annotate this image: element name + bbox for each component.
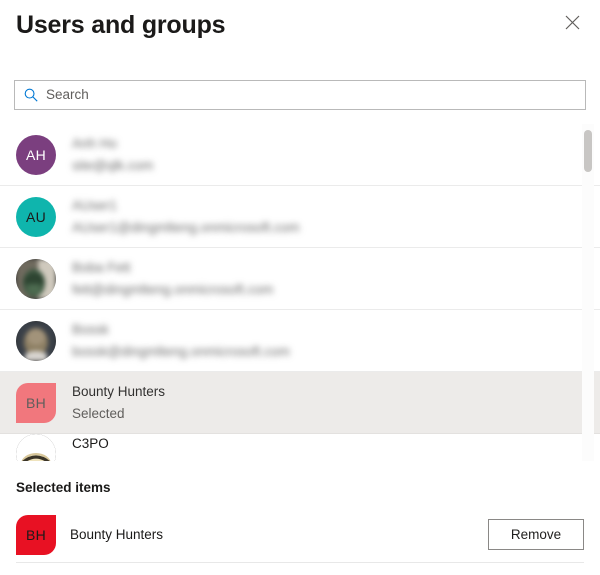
- avatar: [16, 258, 56, 299]
- remove-button[interactable]: Remove: [488, 519, 584, 550]
- list-item[interactable]: Bossk bossk@dingmlteng.onmicrosoft.com: [0, 310, 600, 372]
- list-item-text: Bossk bossk@dingmlteng.onmicrosoft.com: [72, 321, 290, 360]
- dialog-header: Users and groups: [0, 0, 600, 56]
- list-item-name: Bossk: [72, 322, 109, 337]
- list-item-name: Anh Ho: [72, 136, 118, 151]
- list-item-subtitle: Selected: [72, 406, 125, 421]
- scrollbar-thumb[interactable]: [584, 130, 592, 172]
- avatar: [16, 434, 56, 461]
- search-icon: [23, 87, 39, 103]
- list-item-text: Boba Fett fett@dingmlteng.onmicrosoft.com: [72, 259, 273, 298]
- selected-items-list: BH Bounty Hunters Remove: [16, 507, 584, 563]
- list-item-name: C3PO: [72, 436, 109, 451]
- list-item[interactable]: C3PO: [0, 434, 600, 461]
- list-item-subtitle: AUser1@dingmlteng.onmicrosoft.com: [72, 220, 300, 235]
- selected-item-name: Bounty Hunters: [70, 526, 164, 542]
- list-item-subtitle: fett@dingmlteng.onmicrosoft.com: [72, 282, 274, 297]
- list-item-name: Boba Fett: [72, 260, 131, 275]
- avatar: AH: [16, 134, 56, 175]
- list-item[interactable]: BH Bounty Hunters Selected: [0, 372, 600, 434]
- list-item-text: AUser1 AUser1@dingmlteng.onmicrosoft.com: [72, 197, 300, 236]
- list-item-text: C3PO: [72, 434, 109, 452]
- list-item-name: AUser1: [72, 198, 118, 213]
- avatar-initials: AH: [25, 146, 47, 163]
- selected-items-heading: Selected items: [16, 480, 111, 495]
- list-item[interactable]: AH Anh Ho site@qlk.com: [0, 124, 600, 186]
- search-input[interactable]: [46, 86, 577, 104]
- list-item-text: Anh Ho site@qlk.com: [72, 135, 153, 174]
- avatar: AU: [16, 196, 56, 237]
- list-item-text: Bounty Hunters Selected: [72, 383, 165, 422]
- avatar: BH: [16, 382, 56, 423]
- avatar-initials: AU: [25, 208, 47, 225]
- list-item-name: Bounty Hunters: [72, 384, 166, 399]
- people-list[interactable]: AH Anh Ho site@qlk.com AU AUser1 AUser1@dingm…: [0, 124, 600, 461]
- avatar-initials: BH: [25, 394, 47, 411]
- close-button[interactable]: [556, 6, 588, 38]
- close-icon: [565, 15, 580, 30]
- avatar-initials: BH: [25, 526, 47, 543]
- page-title: Users and groups: [16, 11, 226, 39]
- people-list-region: AH Anh Ho site@qlk.com AU AUser1 AUser1@dingm…: [0, 124, 600, 461]
- avatar: [16, 320, 56, 361]
- search-box[interactable]: [14, 80, 586, 110]
- list-item[interactable]: Boba Fett fett@dingmlteng.onmicrosoft.com: [0, 248, 600, 310]
- avatar: BH: [16, 514, 56, 555]
- list-item-subtitle: site@qlk.com: [72, 158, 154, 173]
- users-and-groups-dialog: Users and groups AHAnh Hosite@qlk.comAUA…: [0, 0, 600, 575]
- list-item[interactable]: AU AUser1 AUser1@dingmlteng.onmicrosoft.co…: [0, 186, 600, 248]
- list-item-subtitle: bossk@dingmlteng.onmicrosoft.com: [72, 344, 290, 359]
- search-section: [0, 56, 600, 110]
- selected-items-section: Selected items BH Bounty Hunters Remove: [0, 461, 600, 563]
- list-scrollbar[interactable]: [582, 124, 594, 461]
- selected-item-row: BH Bounty Hunters Remove: [16, 507, 584, 563]
